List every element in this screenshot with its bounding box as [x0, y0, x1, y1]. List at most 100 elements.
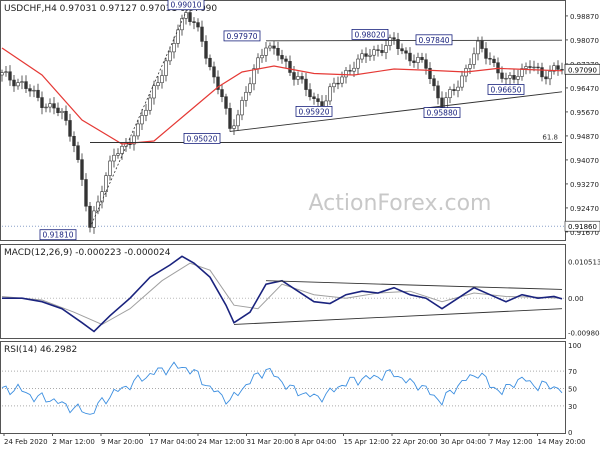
candle-body — [376, 49, 380, 51]
candle-body — [308, 89, 312, 98]
candle-body — [304, 78, 308, 90]
candle-body — [240, 100, 244, 116]
level-price-label: 0.91860 — [568, 223, 597, 231]
candle-body — [536, 66, 540, 69]
usdchf-chart: ActionForex.com USDCHF,H4 0.97031 0.9712… — [0, 0, 600, 446]
candle-body — [560, 69, 564, 71]
candle-body — [20, 81, 24, 83]
price-annotation-label: 0.99010 — [170, 1, 201, 10]
rsi-tick-label: 100 — [568, 342, 581, 350]
price-annotation-label: 0.95920 — [298, 107, 329, 116]
time-tick-label: 15 Apr 12:00 — [344, 438, 390, 446]
rsi-title: RSI(14) 46.2982 — [4, 345, 77, 355]
candle-body — [224, 96, 228, 109]
candle-body — [152, 85, 156, 99]
candle-body — [140, 115, 144, 125]
candle-body — [340, 76, 344, 84]
candle-body — [184, 12, 188, 19]
macd-trendline-2 — [233, 308, 563, 325]
candle-body — [88, 205, 92, 228]
candle-body — [56, 107, 60, 113]
price-annotation-label: 0.91810 — [42, 231, 73, 240]
candle-body — [532, 66, 536, 69]
candle-body — [220, 89, 224, 98]
candle-body — [156, 82, 160, 87]
candle-body — [48, 103, 52, 108]
price-annotation-label: 0.98020 — [354, 30, 385, 39]
candle-body — [284, 58, 288, 62]
candle-body — [508, 75, 512, 79]
candle-body — [356, 58, 360, 69]
price-tick-label: 0.98070 — [570, 37, 599, 45]
candle-body — [204, 41, 208, 59]
candle-body — [516, 76, 520, 80]
price-trendline-2 — [265, 39, 563, 42]
candle-body — [420, 57, 424, 61]
candle-body — [40, 97, 44, 108]
time-tick-label: 2 Mar 12:00 — [53, 438, 95, 446]
candle-body — [180, 18, 184, 31]
candle-body — [252, 68, 256, 85]
candle-body — [108, 160, 112, 176]
candle-body — [344, 70, 348, 78]
price-tick-label: 0.98870 — [570, 13, 599, 21]
candle-body — [84, 179, 88, 207]
candle-body — [312, 96, 316, 99]
candle-body — [488, 58, 492, 60]
candle-body — [188, 12, 192, 22]
macd-signal-line — [1, 262, 563, 326]
macd-tick-label: -0.009804 — [568, 330, 600, 338]
candle-body — [348, 70, 352, 72]
candle-body — [68, 120, 72, 137]
candle-body — [248, 83, 252, 93]
macd-trendline-1 — [265, 280, 563, 290]
candle-body — [104, 175, 108, 192]
price-tick-label: 0.94070 — [570, 157, 599, 165]
candle-body — [384, 45, 388, 53]
candle-body — [172, 43, 176, 53]
candle-body — [128, 143, 132, 145]
candle-body — [540, 67, 544, 78]
candle-body — [116, 153, 120, 156]
candle-body — [4, 71, 8, 73]
candle-body — [60, 110, 64, 113]
last-price-label: 0.97090 — [568, 66, 597, 74]
candle-body — [208, 57, 212, 68]
candle-body — [0, 72, 4, 76]
time-tick-label: 14 May 20:00 — [538, 438, 586, 446]
candle-body — [292, 72, 296, 80]
candle-body — [512, 75, 516, 80]
candle-body — [260, 55, 264, 59]
fib-swing-line — [89, 11, 187, 228]
candle-body — [192, 21, 196, 23]
rsi-tick-label: 50 — [568, 386, 577, 394]
candle-body — [168, 51, 172, 62]
candle-body — [296, 76, 300, 80]
candle-body — [300, 76, 304, 80]
candle-body — [492, 58, 496, 64]
time-tick-label: 22 Apr 20:00 — [392, 438, 438, 446]
candle-body — [36, 89, 40, 98]
candle-body — [228, 108, 232, 129]
candle-body — [112, 154, 116, 162]
candle-body — [16, 82, 20, 87]
price-annotation-label: 0.97840 — [418, 36, 449, 45]
price-tick-label: 0.96470 — [570, 85, 599, 93]
candle-body — [484, 48, 488, 59]
candle-body — [456, 86, 460, 91]
candle-body — [328, 86, 332, 102]
rsi-tick-label: 70 — [568, 368, 577, 376]
candle-body — [264, 47, 268, 56]
time-tick-label: 24 Mar 12:00 — [198, 438, 245, 446]
time-tick-label: 9 Mar 20:00 — [101, 438, 143, 446]
candle-body — [372, 49, 376, 56]
candle-body — [468, 64, 472, 69]
candle-body — [392, 37, 396, 40]
price-trendline-1 — [229, 91, 563, 132]
candle-body — [476, 40, 480, 55]
price-tick-label: 0.94870 — [570, 133, 599, 141]
candle-body — [380, 50, 384, 53]
candle-body — [212, 66, 216, 78]
macd-tick-label: 0.00 — [568, 295, 584, 303]
candle-body — [244, 91, 248, 101]
